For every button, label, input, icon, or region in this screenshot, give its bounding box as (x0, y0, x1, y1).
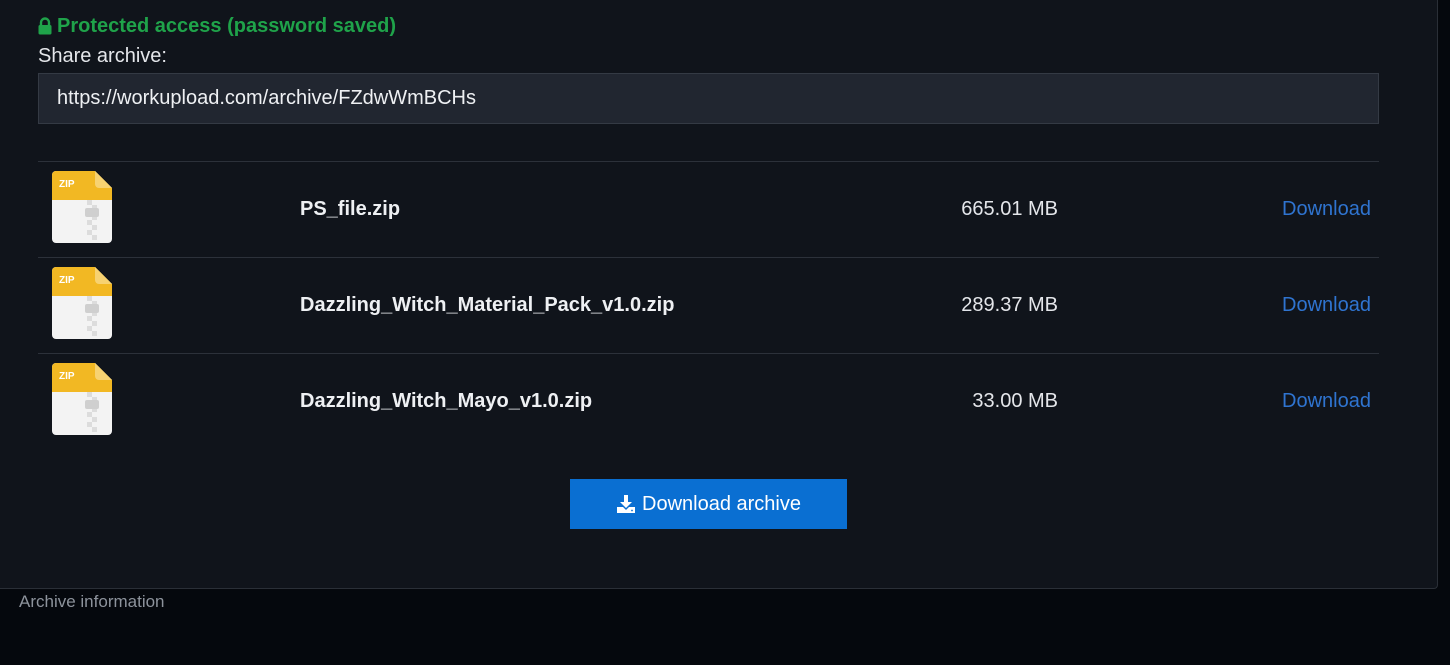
svg-text:ZIP: ZIP (59, 179, 75, 190)
svg-text:ZIP: ZIP (59, 275, 75, 286)
file-size: 33.00 MB (972, 390, 1058, 412)
file-list: ZIP PS_file.zip 665.01 MB Download ZIP D… (38, 161, 1379, 449)
zip-file-icon: ZIP (52, 363, 112, 435)
file-download-link[interactable]: Download (1282, 354, 1371, 449)
archive-information-link[interactable]: Archive information (19, 592, 165, 612)
download-archive-label: Download archive (642, 492, 801, 515)
file-size: 665.01 MB (961, 198, 1058, 220)
share-url-field[interactable] (38, 73, 1379, 124)
download-archive-button[interactable]: Download archive (570, 479, 847, 529)
file-row: ZIP Dazzling_Witch_Mayo_v1.0.zip 33.00 M… (38, 353, 1379, 449)
svg-text:ZIP: ZIP (59, 371, 75, 382)
file-download-link[interactable]: Download (1282, 258, 1371, 353)
file-row: ZIP PS_file.zip 665.01 MB Download (38, 161, 1379, 257)
file-name: Dazzling_Witch_Mayo_v1.0.zip (300, 390, 593, 412)
archive-panel: Protected access (password saved) Share … (0, 0, 1438, 589)
zip-file-icon: ZIP (52, 267, 112, 339)
protected-access-status: Protected access (password saved) (38, 13, 396, 39)
file-name: PS_file.zip (300, 198, 401, 220)
protected-access-text: Protected access (password saved) (57, 14, 397, 37)
lock-icon (38, 17, 52, 35)
download-icon (617, 495, 635, 513)
share-archive-label: Share archive: (38, 45, 167, 67)
file-size: 289.37 MB (961, 294, 1058, 316)
file-name: Dazzling_Witch_Material_Pack_v1.0.zip (300, 294, 675, 316)
file-download-link[interactable]: Download (1282, 162, 1371, 257)
file-row: ZIP Dazzling_Witch_Material_Pack_v1.0.zi… (38, 257, 1379, 353)
zip-file-icon: ZIP (52, 171, 112, 243)
